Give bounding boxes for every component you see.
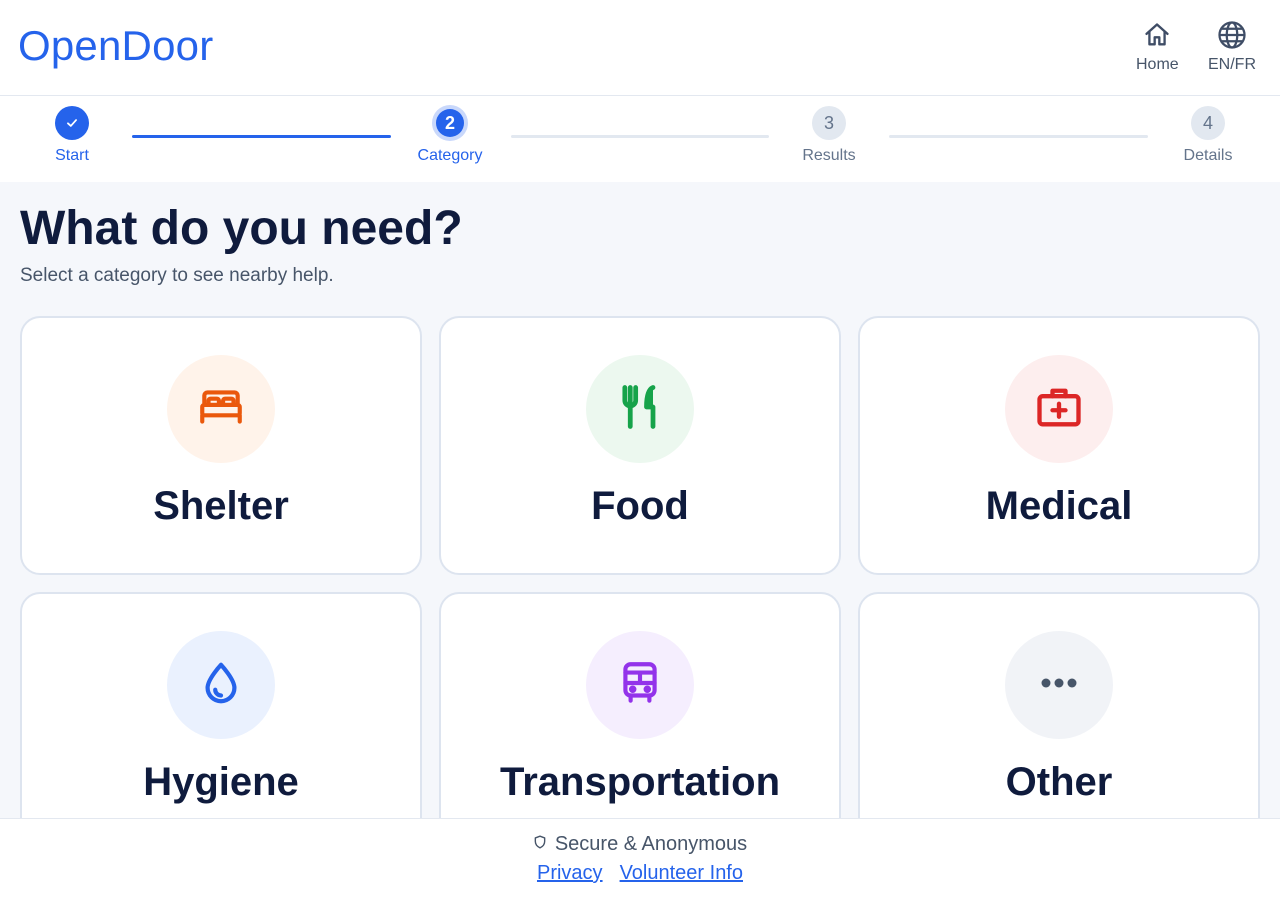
footer-links: Privacy Volunteer Info bbox=[0, 862, 1280, 885]
page-subtitle: Select a category to see nearby help. bbox=[20, 265, 334, 286]
more-dots-icon bbox=[1036, 675, 1082, 696]
shield-icon bbox=[533, 833, 547, 856]
step-number: 3 bbox=[812, 106, 846, 140]
icon-circle bbox=[1005, 355, 1113, 463]
icon-circle bbox=[167, 355, 275, 463]
top-header: OpenDoor Home EN/FR bbox=[0, 0, 1280, 96]
category-label: Medical bbox=[985, 484, 1133, 528]
step-label: Start bbox=[55, 147, 89, 164]
progress-stepper: Start 2 Category 3 Results 4 Details bbox=[0, 96, 1280, 182]
icon-circle bbox=[586, 355, 694, 463]
step-results: 3 Results bbox=[769, 106, 889, 165]
step-details: 4 Details bbox=[1148, 106, 1268, 165]
category-label: Other bbox=[1005, 760, 1113, 804]
volunteer-info-link[interactable]: Volunteer Info bbox=[620, 862, 743, 885]
step-label: Category bbox=[417, 147, 483, 164]
bed-icon bbox=[196, 382, 246, 437]
app-root: OpenDoor Home EN/FR Start 2 Category 3 R… bbox=[0, 0, 1280, 900]
category-label: Hygiene bbox=[143, 760, 299, 804]
privacy-link[interactable]: Privacy bbox=[537, 862, 603, 885]
home-label: Home bbox=[1136, 56, 1179, 73]
language-label: EN/FR bbox=[1208, 56, 1256, 73]
icon-circle bbox=[1005, 631, 1113, 739]
category-card-medical[interactable]: Medical bbox=[858, 316, 1260, 575]
step-number: 4 bbox=[1191, 106, 1225, 140]
category-card-hygiene[interactable]: Hygiene bbox=[20, 592, 422, 851]
category-label: Transportation bbox=[499, 760, 781, 804]
step-category[interactable]: 2 Category bbox=[390, 106, 510, 165]
category-card-other[interactable]: Other bbox=[858, 592, 1260, 851]
bus-icon bbox=[615, 658, 665, 713]
category-label: Shelter bbox=[153, 484, 289, 528]
step-label: Results bbox=[802, 147, 856, 164]
icon-circle bbox=[586, 631, 694, 739]
first-aid-icon bbox=[1033, 381, 1085, 438]
step-connector-3 bbox=[889, 135, 1148, 138]
home-icon bbox=[1142, 20, 1172, 50]
brand-logo[interactable]: OpenDoor bbox=[18, 22, 213, 70]
utensils-icon bbox=[614, 381, 666, 438]
category-card-food[interactable]: Food bbox=[439, 316, 841, 575]
step-connector-1 bbox=[132, 135, 391, 138]
language-toggle-button[interactable]: EN/FR bbox=[1208, 20, 1256, 74]
icon-circle bbox=[167, 631, 275, 739]
home-button[interactable]: Home bbox=[1136, 20, 1179, 74]
category-card-shelter[interactable]: Shelter bbox=[20, 316, 422, 575]
category-label: Food bbox=[591, 484, 689, 528]
step-number: 2 bbox=[436, 109, 464, 137]
water-drop-icon bbox=[198, 660, 244, 711]
step-start[interactable]: Start bbox=[12, 106, 132, 165]
page-footer: Secure & Anonymous Privacy Volunteer Inf… bbox=[0, 818, 1280, 900]
step-connector-2 bbox=[511, 135, 769, 138]
secure-text: Secure & Anonymous bbox=[554, 833, 748, 855]
secure-notice: Secure & Anonymous bbox=[0, 833, 1280, 856]
step-label: Details bbox=[1183, 147, 1233, 164]
category-card-transportation[interactable]: Transportation bbox=[439, 592, 841, 851]
checkmark-icon bbox=[55, 106, 89, 140]
globe-icon bbox=[1217, 20, 1247, 50]
page-title: What do you need? bbox=[20, 202, 463, 255]
